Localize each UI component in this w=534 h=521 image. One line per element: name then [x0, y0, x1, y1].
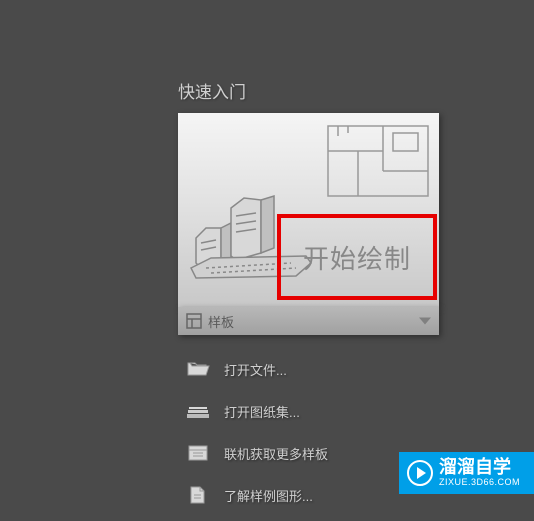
- watermark-text: 溜溜自学 ZIXUE.3D66.COM: [439, 458, 520, 488]
- menu-item-open-file[interactable]: 打开文件...: [178, 353, 439, 385]
- watermark-badge: 溜溜自学 ZIXUE.3D66.COM: [399, 452, 534, 494]
- watermark-main: 溜溜自学: [439, 458, 520, 478]
- download-template-icon: [186, 443, 210, 463]
- play-icon: [407, 460, 433, 486]
- menu-item-open-sheets[interactable]: 打开图纸集...: [178, 395, 439, 427]
- start-draw-highlight[interactable]: 开始绘制: [277, 214, 437, 300]
- floorplan-icon: [323, 121, 433, 201]
- template-dropdown[interactable]: 样板: [178, 307, 439, 335]
- menu-label: 打开图纸集...: [224, 402, 300, 421]
- chevron-down-icon: [419, 318, 431, 325]
- quick-start-title: 快速入门: [178, 78, 439, 103]
- menu-label: 打开文件...: [224, 360, 287, 379]
- drawing-preview-card[interactable]: 开始绘制: [178, 113, 439, 307]
- menu-label: 联机获取更多样板: [224, 444, 328, 463]
- watermark-sub: ZIXUE.3D66.COM: [439, 478, 520, 488]
- folder-open-icon: [186, 359, 210, 379]
- template-label: 样板: [208, 312, 234, 331]
- sheets-icon: [186, 401, 210, 421]
- start-draw-label: 开始绘制: [303, 239, 411, 276]
- document-plus-icon: [186, 485, 210, 505]
- menu-label: 了解样例图形...: [224, 486, 313, 505]
- template-icon: [186, 313, 202, 329]
